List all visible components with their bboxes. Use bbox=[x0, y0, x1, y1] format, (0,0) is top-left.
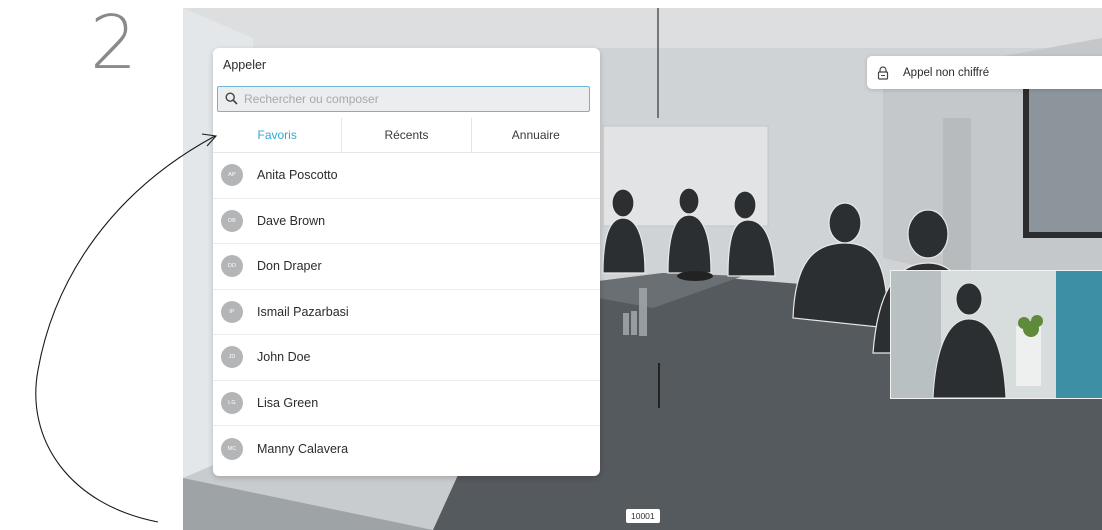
contact-name: Dave Brown bbox=[257, 213, 326, 228]
panel-title: Appeler bbox=[223, 58, 267, 72]
search-box[interactable] bbox=[217, 86, 590, 112]
contact-name: Lisa Green bbox=[257, 395, 319, 410]
step-number: 2 bbox=[90, 0, 138, 86]
contact-row[interactable]: LG Lisa Green bbox=[213, 381, 600, 426]
lock-icon bbox=[877, 65, 889, 80]
avatar: DD bbox=[221, 255, 243, 278]
contact-row[interactable]: IP Ismail Pazarbasi bbox=[213, 290, 600, 335]
contact-name: Manny Calavera bbox=[257, 441, 349, 456]
self-view-image bbox=[891, 271, 1102, 398]
search-input[interactable] bbox=[240, 87, 584, 110]
encryption-status-text: Appel non chiffré bbox=[903, 66, 990, 79]
tab-annuaire[interactable]: Annuaire bbox=[470, 118, 600, 152]
contact-name: Ismail Pazarbasi bbox=[257, 304, 349, 319]
call-id-label: 10001 bbox=[626, 509, 660, 523]
contact-row[interactable]: DB Dave Brown bbox=[213, 199, 600, 244]
contact-row[interactable]: MC Manny Calavera bbox=[213, 426, 600, 472]
avatar: AP bbox=[221, 164, 243, 187]
call-panel: Appeler Favoris Récents Annuaire AP Anit… bbox=[213, 48, 600, 476]
contact-row[interactable]: DD Don Draper bbox=[213, 244, 600, 290]
search-icon bbox=[225, 92, 238, 110]
contact-row[interactable]: AP Anita Poscotto bbox=[213, 153, 600, 199]
contact-name: Anita Poscotto bbox=[257, 168, 338, 183]
self-view bbox=[890, 270, 1102, 399]
contact-name: Don Draper bbox=[257, 259, 322, 274]
contact-name: John Doe bbox=[257, 350, 311, 365]
avatar: DB bbox=[221, 209, 243, 232]
tab-bar: Favoris Récents Annuaire bbox=[213, 118, 600, 153]
avatar: JD bbox=[221, 346, 243, 369]
video-screen: Appeler Favoris Récents Annuaire AP Anit… bbox=[183, 8, 1102, 530]
encryption-status-badge: Appel non chiffré bbox=[867, 56, 1102, 89]
avatar: LG bbox=[221, 391, 243, 414]
contact-list: AP Anita Poscotto DB Dave Brown DD Don D… bbox=[213, 153, 600, 472]
avatar: IP bbox=[221, 300, 243, 323]
tab-favoris[interactable]: Favoris bbox=[213, 118, 341, 152]
avatar: MC bbox=[221, 437, 243, 460]
contact-row[interactable]: JD John Doe bbox=[213, 335, 600, 381]
tab-recents[interactable]: Récents bbox=[341, 118, 470, 152]
